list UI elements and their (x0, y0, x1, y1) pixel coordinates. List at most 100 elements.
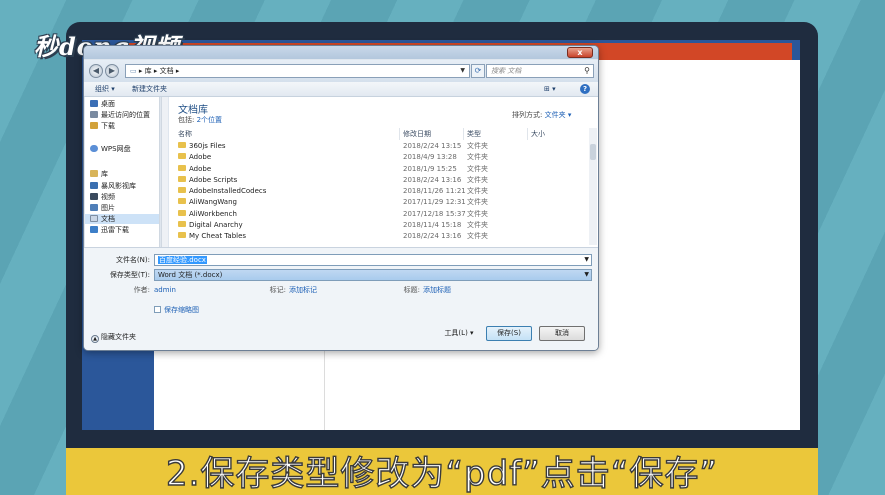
save-thumbnail-checkbox[interactable] (154, 306, 161, 313)
folder-icon (178, 142, 186, 148)
nav-item-pictures[interactable]: 图片 (90, 203, 115, 213)
list-item[interactable]: AdobeInstalledCodecs 2018/11/26 11:21 文件夹 (169, 186, 589, 197)
documents-icon (90, 215, 98, 222)
save-button[interactable]: 保存(S) (486, 326, 532, 341)
nav-item-wps-cloud[interactable]: WPS网盘 (90, 144, 131, 154)
list-item[interactable]: Adobe 2018/1/9 15:25 文件夹 (169, 164, 589, 175)
file-date: 2018/1/9 15:25 (403, 164, 457, 173)
file-type: 文件夹 (467, 187, 488, 196)
tags-label: 标记: (269, 286, 286, 294)
instruction-caption: 2.保存类型修改为“pdf”点击“保存” (165, 453, 719, 494)
new-folder-button[interactable]: 新建文件夹 (132, 85, 167, 94)
address-row: ◀ ▶ ▭ ▸ 库 ▸ 文档 ▸ ▼ ⟳ 搜索 文档 ⚲ (84, 60, 598, 82)
chevron-down-icon[interactable]: ▼ (584, 255, 589, 265)
file-date: 2018/2/24 13:15 (403, 142, 462, 150)
nav-item-xunlei-downloads[interactable]: 迅雷下载 (90, 225, 129, 235)
save-thumbnail-label: 保存缩略图 (164, 306, 199, 314)
file-date: 2017/12/18 15:37 (403, 209, 466, 218)
column-header-date[interactable]: 修改日期 (403, 130, 431, 139)
breadcrumb-documents[interactable]: 文档 (160, 67, 174, 75)
filename-label: 文件名(N): (115, 256, 150, 264)
list-item[interactable]: Adobe Scripts 2018/2/24 13:16 文件夹 (169, 175, 589, 186)
search-input[interactable]: 搜索 文档 ⚲ (486, 64, 594, 78)
navigation-scrollbar[interactable] (161, 97, 168, 247)
column-header-size[interactable]: 大小 (531, 130, 545, 139)
file-type: 文件夹 (467, 209, 488, 218)
list-item[interactable]: 360js Files 2018/2/24 13:15 文件夹 (169, 141, 589, 152)
desktop-icon (90, 100, 98, 107)
hide-folders-label: 隐藏文件夹 (101, 333, 136, 341)
file-type: 文件夹 (467, 142, 488, 150)
filename-field[interactable]: 百度经验.docx ▼ (154, 254, 592, 266)
file-date: 2017/11/29 12:31 (403, 198, 466, 207)
help-icon[interactable]: ? (580, 84, 590, 94)
chevron-down-icon[interactable]: ▼ (584, 270, 589, 280)
folder-icon (178, 153, 186, 160)
chevron-down-icon[interactable]: ▼ (460, 66, 465, 75)
organize-menu[interactable]: 组织 ▾ (95, 85, 115, 94)
tools-menu[interactable]: 工具(L) ▾ (438, 326, 480, 341)
wps-cloud-icon (90, 145, 98, 152)
list-item[interactable]: Adobe 2018/4/9 13:28 文件夹 (169, 152, 589, 163)
author-label: 作者: (133, 286, 150, 294)
dialog-title-bar: x (84, 46, 598, 59)
scrollbar-thumb[interactable] (590, 144, 596, 160)
navigation-pane: 桌面 最近访问的位置 下载 WPS网盘 库 暴风影视库 视频 图片 文档 迅雷下… (85, 97, 160, 247)
nav-item-desktop[interactable]: 桌面 (90, 99, 115, 109)
hide-folders-toggle[interactable]: ▲ 隐藏文件夹 (91, 332, 136, 343)
file-name: 360js Files (189, 142, 226, 150)
nav-item-documents[interactable]: 文档 (85, 214, 159, 224)
file-list-scrollbar[interactable] (589, 128, 597, 245)
list-item[interactable]: Digital Anarchy 2018/11/4 15:18 文件夹 (169, 220, 589, 231)
list-item[interactable]: My Cheat Tables 2018/2/24 13:16 文件夹 (169, 231, 589, 242)
arrange-prefix: 排列方式: (512, 111, 543, 119)
column-header-type[interactable]: 类型 (467, 130, 481, 139)
downloads-icon (90, 122, 98, 129)
nav-item-video-library[interactable]: 暴风影视库 (90, 181, 136, 191)
save-type-dropdown[interactable]: Word 文档 (*.docx) ▼ (154, 269, 592, 281)
view-options-button[interactable]: ⊞ ▾ (544, 85, 556, 94)
nav-item-downloads[interactable]: 下载 (90, 121, 115, 131)
column-separator[interactable] (463, 128, 464, 140)
column-header-name[interactable]: 名称 (178, 130, 192, 139)
forward-arrow-icon[interactable]: ▶ (105, 64, 119, 78)
file-type: 文件夹 (467, 175, 488, 184)
address-bar[interactable]: ▭ ▸ 库 ▸ 文档 ▸ ▼ (125, 64, 470, 78)
search-placeholder: 搜索 文档 (491, 67, 522, 75)
file-name: AdobeInstalledCodecs (189, 187, 267, 196)
column-separator[interactable] (399, 128, 400, 140)
file-name: AliWangWang (189, 198, 237, 207)
search-icon[interactable]: ⚲ (584, 66, 590, 75)
list-item[interactable]: AliWorkbench 2017/12/18 15:37 文件夹 (169, 209, 589, 220)
add-tags-link[interactable]: 添加标记 (289, 285, 317, 295)
video-icon (90, 193, 98, 200)
file-name: AliWorkbench (189, 209, 237, 218)
folder-icon (178, 175, 186, 182)
arrange-by-dropdown[interactable]: 文件夹 ▾ (545, 111, 572, 119)
add-title-link[interactable]: 添加标题 (423, 285, 451, 295)
list-item[interactable]: AliWangWang 2017/11/29 12:31 文件夹 (169, 197, 589, 208)
file-date: 2018/11/4 15:18 (403, 221, 462, 230)
includes-locations-link[interactable]: 2个位置 (197, 116, 222, 124)
nav-item-libraries[interactable]: 库 (90, 169, 108, 179)
file-type: 文件夹 (467, 164, 488, 173)
cancel-button[interactable]: 取消 (539, 326, 585, 341)
nav-item-videos[interactable]: 视频 (90, 192, 115, 202)
save-type-label: 保存类型(T): (109, 271, 150, 279)
libraries-icon (90, 170, 98, 177)
author-value[interactable]: admin (154, 285, 176, 295)
nav-item-recent-places[interactable]: 最近访问的位置 (90, 110, 150, 120)
address-separator: ▸ (175, 67, 180, 75)
file-name: Digital Anarchy (189, 221, 243, 230)
xunlei-download-icon (90, 226, 98, 233)
dialog-toolbar: 组织 ▾ 新建文件夹 ⊞ ▾ ? (84, 82, 598, 97)
refresh-icon[interactable]: ⟳ (471, 64, 485, 78)
back-arrow-icon[interactable]: ◀ (89, 64, 103, 78)
save-type-value: Word 文档 (*.docx) (158, 271, 223, 279)
title-label: 标题: (403, 286, 420, 294)
close-button[interactable]: x (567, 47, 593, 58)
file-date: 2018/2/24 13:16 (403, 175, 462, 184)
file-list-pane: 文档库 包括: 2个位置 排列方式: 文件夹 ▾ 名称 修改日期 类型 大小 3… (169, 97, 598, 247)
breadcrumb-libraries[interactable]: 库 (145, 67, 152, 75)
column-separator[interactable] (527, 128, 528, 140)
